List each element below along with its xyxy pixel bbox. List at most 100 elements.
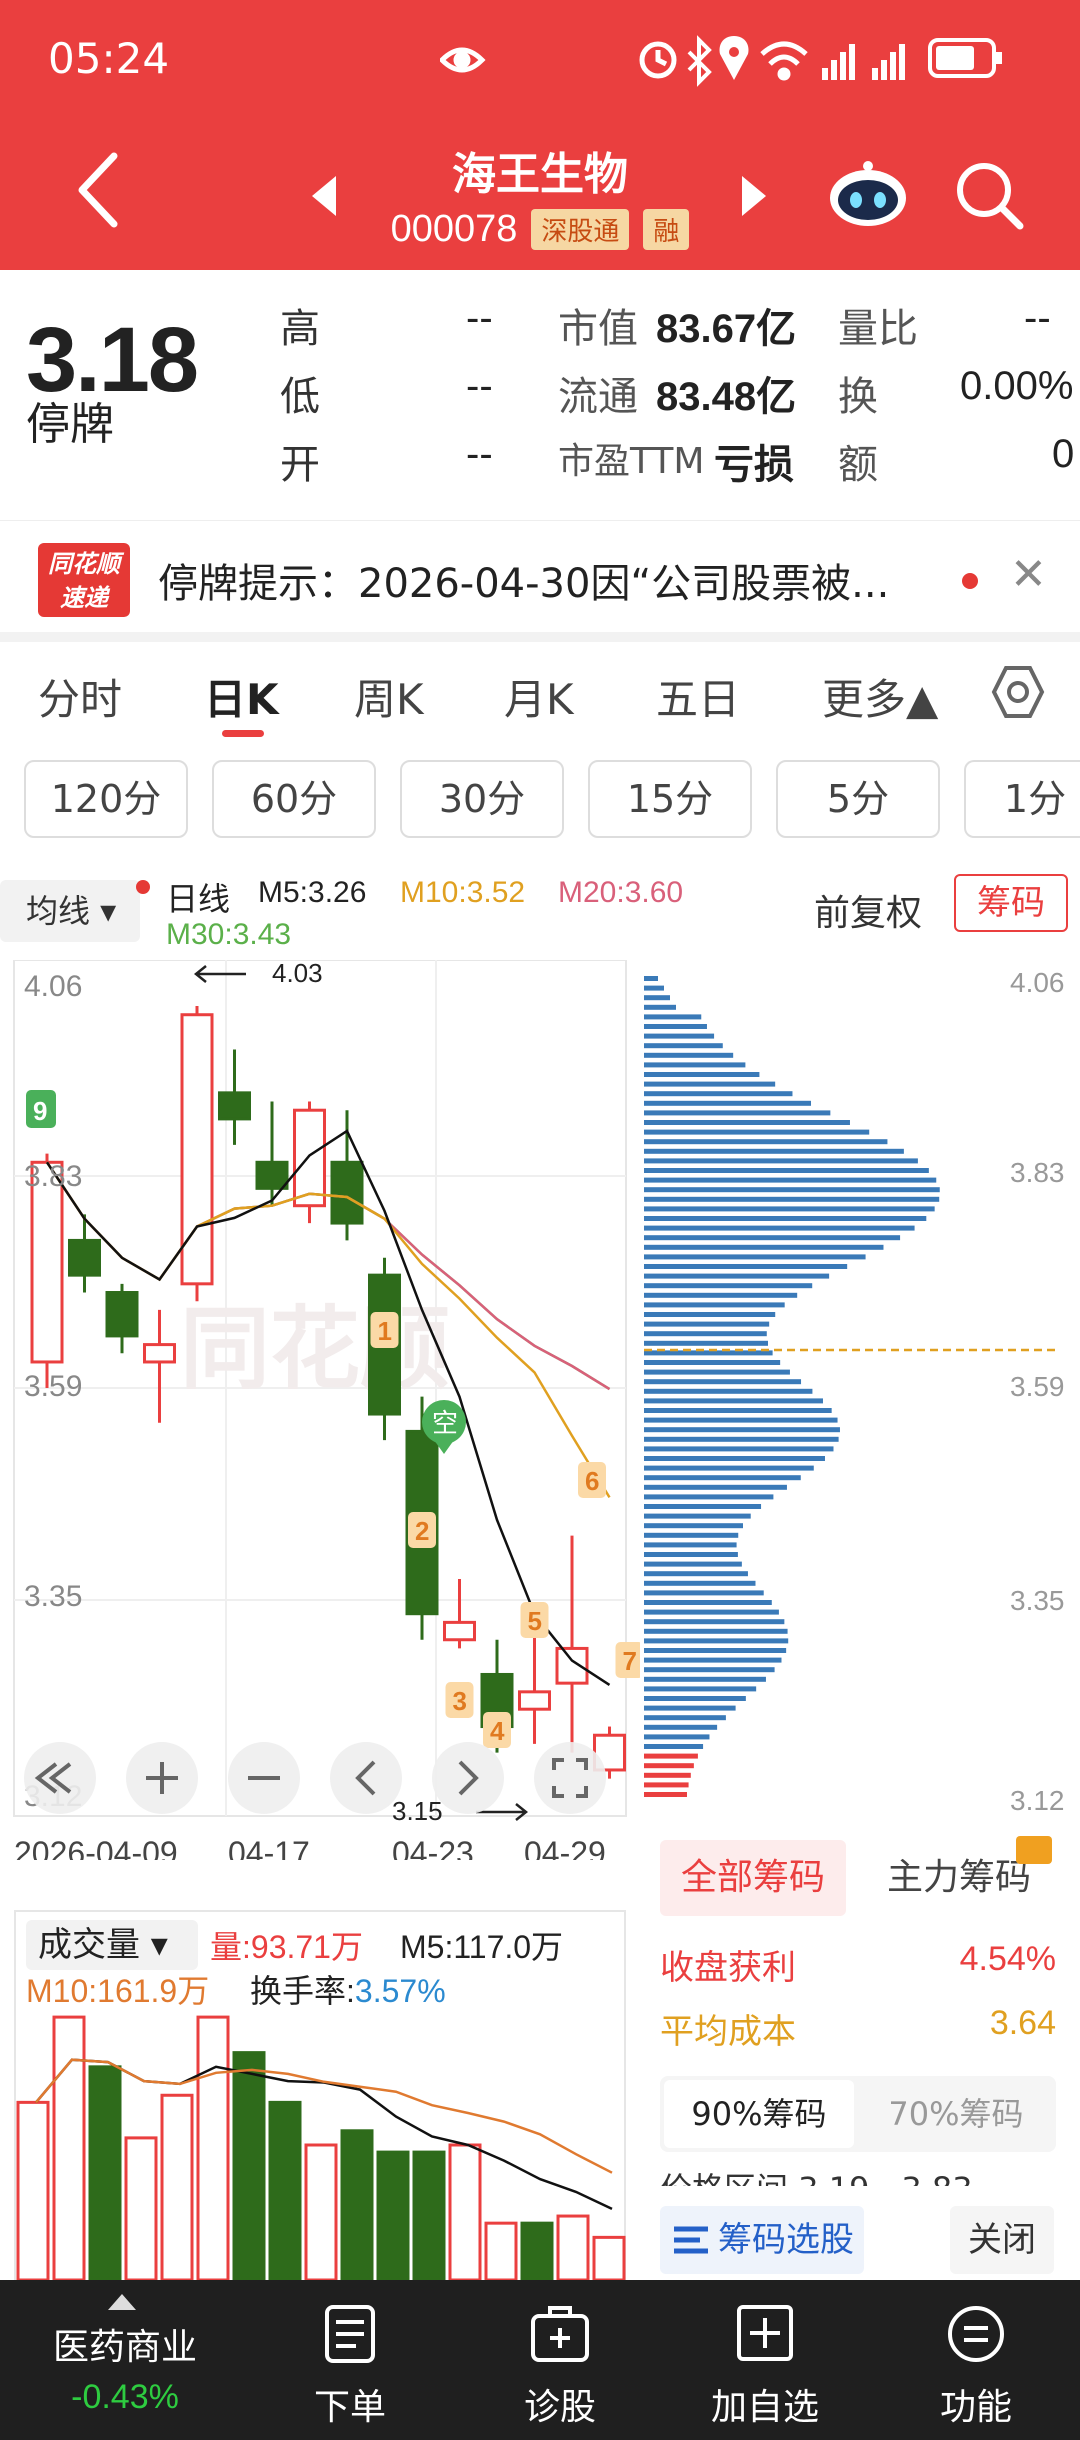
profit-row: 收盘获利 4.54% — [660, 1940, 1056, 1988]
seq-marker-text: 1 — [378, 1316, 392, 1346]
chip-bar — [644, 985, 664, 991]
chip-bar — [644, 1379, 802, 1385]
volume-bar — [16, 2100, 50, 2280]
lock-icon — [1016, 1836, 1052, 1864]
chip-bar — [644, 1100, 812, 1106]
tab-weekly-k[interactable]: 周K — [354, 666, 424, 727]
volume-bar — [52, 2015, 86, 2280]
chip-bar — [644, 1043, 723, 1049]
scroll-right-button — [432, 1742, 504, 1814]
sector-widget[interactable]: 医药商业 -0.43% — [20, 2280, 230, 2440]
chip-bar — [644, 1686, 757, 1692]
next-stock-arrow-icon[interactable] — [742, 176, 766, 216]
chip-bar — [644, 1398, 823, 1404]
vr-value: -- — [1024, 296, 1051, 340]
chip-bar — [644, 1177, 937, 1183]
tab-all-chips[interactable]: 全部筹码 — [660, 1840, 846, 1916]
chip-bar — [644, 1667, 775, 1673]
kline-chart[interactable]: 同花顺 4.06 3.83 3.59 3.35 3.12 4.03 3.15 9… — [0, 960, 640, 1860]
high-label: 高 — [280, 306, 320, 352]
ma10-value: M10:3.52 — [400, 876, 526, 909]
tab-intraday[interactable]: 分时 — [38, 666, 122, 727]
chip-bar — [644, 1513, 751, 1519]
seq-marker-text: 4 — [490, 1716, 505, 1746]
ma5-value: M5:3.26 — [258, 876, 367, 909]
chip-bar — [644, 1158, 918, 1164]
section-divider — [0, 632, 1080, 642]
chip-y-3: 3.35 — [1010, 1585, 1065, 1616]
mcap-label: 市值 — [558, 306, 638, 352]
period-15min[interactable]: 15分 — [588, 760, 752, 838]
low-value: -- — [466, 364, 493, 408]
diagnose-button[interactable]: 诊股 — [500, 2280, 620, 2440]
chip-select-stock-button[interactable]: 筹码选股 — [660, 2206, 864, 2274]
chip-bar — [644, 1331, 767, 1337]
period-120min[interactable]: 120分 — [24, 760, 188, 838]
tab-monthly-k[interactable]: 月K — [504, 666, 574, 727]
chip-bar — [644, 976, 658, 981]
seg-90[interactable]: 90%筹码 — [664, 2080, 854, 2148]
ma20-value: M20:3.60 — [558, 876, 684, 909]
ma-selector[interactable]: 均线 ▾ — [0, 880, 140, 942]
period-1min[interactable]: 1分 — [964, 760, 1080, 838]
chip-bar — [644, 1292, 798, 1298]
unread-dot — [962, 573, 978, 589]
adjust-forward[interactable]: 前复权 — [814, 884, 922, 936]
order-button[interactable]: 下单 — [290, 2280, 410, 2440]
chip-bar — [644, 1619, 785, 1625]
chip-bar — [644, 1494, 774, 1500]
search-icon[interactable] — [952, 158, 1028, 234]
chip-bar — [644, 1504, 762, 1509]
tab-five-day[interactable]: 五日 — [656, 666, 740, 727]
function-button[interactable]: 功能 — [916, 2280, 1036, 2440]
chip-close-button[interactable]: 关闭 — [950, 2206, 1054, 2274]
pe-value: 亏损 — [714, 443, 794, 487]
chip-y-0: 4.06 — [1010, 967, 1065, 998]
chip-bar — [644, 1446, 834, 1452]
chip-bar — [644, 1052, 734, 1058]
chip-bar — [644, 1196, 940, 1202]
volume-bar — [412, 2150, 446, 2280]
period-60min[interactable]: 60分 — [212, 760, 376, 838]
stock-code: 000078 — [390, 208, 518, 250]
chip-bar — [644, 1628, 788, 1634]
chip-bar — [644, 1033, 715, 1039]
chip-bar — [644, 1187, 940, 1193]
turnover-value: 0.00% — [960, 364, 1074, 408]
y-label-4: 3.35 — [24, 1580, 82, 1613]
tab-daily-k[interactable]: 日K — [204, 666, 279, 727]
chip-toggle-button[interactable]: 筹码 — [954, 874, 1068, 932]
seg-70[interactable]: 70%筹码 — [860, 2080, 1052, 2148]
candle-body — [218, 1091, 251, 1121]
period-30min[interactable]: 30分 — [400, 760, 564, 838]
eye-icon — [440, 47, 486, 73]
chip-bar — [644, 1734, 710, 1740]
halt-notice-bar[interactable]: 同花顺 速递 停牌提示：2026-04-30因“公司股票被... ✕ — [0, 520, 1080, 632]
close-icon[interactable]: ✕ — [1010, 549, 1047, 600]
location-icon — [719, 36, 749, 80]
candle-body — [68, 1238, 101, 1277]
chip-bar — [644, 1648, 787, 1653]
volume-bar — [268, 2100, 302, 2280]
high-value: -- — [466, 296, 493, 340]
chip-bar — [644, 1004, 676, 1010]
candle-body — [143, 1343, 176, 1364]
candle-body — [443, 1620, 476, 1642]
settings-hexagon-icon[interactable] — [990, 664, 1046, 720]
robot-assistant-icon[interactable] — [826, 160, 910, 230]
chip-bar — [644, 1321, 770, 1327]
period-5min[interactable]: 5分 — [776, 760, 940, 838]
low-label: 低 — [280, 374, 320, 420]
chip-bar — [644, 1369, 790, 1375]
volume-bar — [520, 2221, 554, 2280]
chip-bar — [644, 1609, 779, 1615]
tab-more[interactable]: 更多▲ — [822, 666, 938, 727]
seq-marker-3: 3 — [445, 1682, 474, 1718]
candle-body — [518, 1690, 551, 1711]
add-watchlist-button[interactable]: 加自选 — [700, 2280, 830, 2440]
active-tab-indicator — [222, 730, 264, 737]
float-value: 83.48亿 — [656, 375, 797, 419]
mcap-value: 83.67亿 — [656, 307, 797, 351]
signal-badge-9-text: 9 — [33, 1096, 47, 1126]
volume-selector[interactable]: 成交量 ▾ — [26, 1920, 198, 1970]
